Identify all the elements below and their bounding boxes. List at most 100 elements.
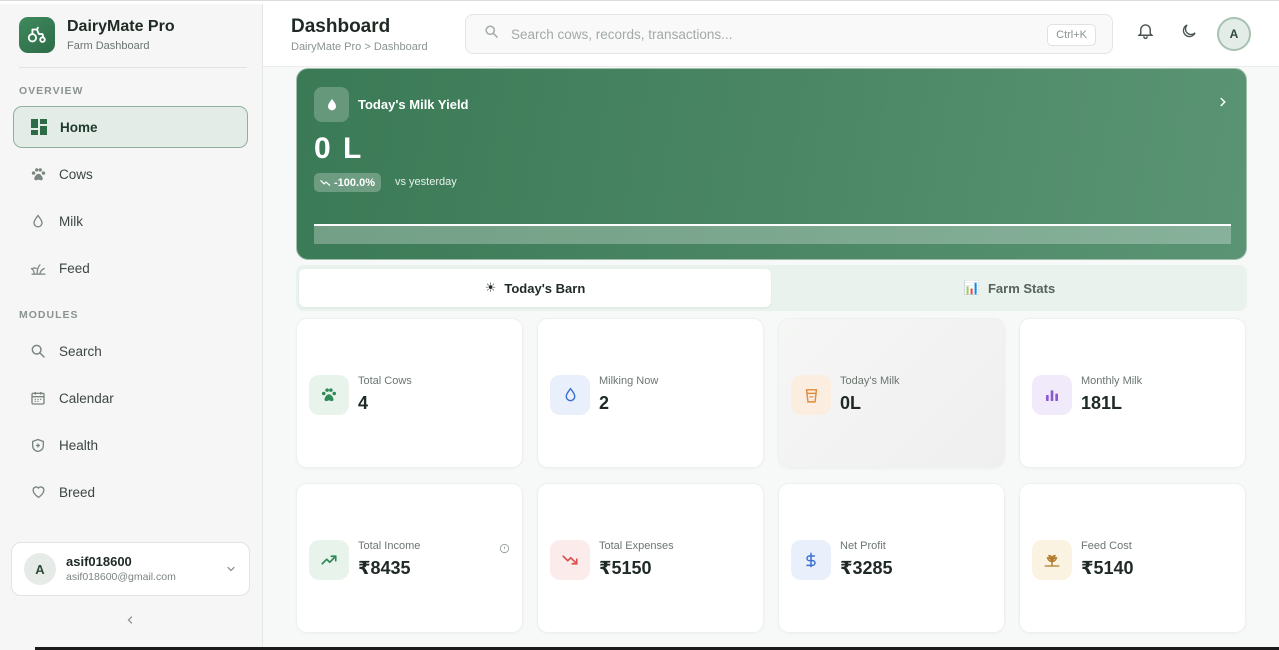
sidebar-item-calendar[interactable]: Calendar bbox=[13, 377, 248, 419]
info-icon[interactable] bbox=[499, 541, 510, 559]
drop-icon bbox=[29, 212, 47, 230]
drop-icon bbox=[314, 87, 349, 122]
heart-icon bbox=[29, 483, 47, 501]
stat-value: 181L bbox=[1081, 393, 1123, 413]
stat-card-monthly-milk[interactable]: Monthly Milk 181L bbox=[1019, 318, 1246, 468]
stat-card-total-income[interactable]: Total Income ₹8435 bbox=[296, 483, 523, 633]
stat-card-net-profit[interactable]: Net Profit ₹3285 bbox=[778, 483, 1005, 633]
sidebar-item-label: Breed bbox=[59, 484, 96, 500]
chevron-right-icon[interactable] bbox=[1216, 95, 1230, 114]
avatar: A bbox=[24, 553, 56, 585]
sidebar-item-milk[interactable]: Milk bbox=[13, 200, 248, 242]
user-name: asif018600 bbox=[66, 554, 132, 569]
bar-chart-icon bbox=[1032, 375, 1072, 415]
sidebar-item-label: Search bbox=[59, 343, 102, 359]
profile-avatar-button[interactable]: A bbox=[1217, 17, 1251, 51]
theme-toggle-button[interactable] bbox=[1177, 21, 1201, 45]
sidebar-item-label: Calendar bbox=[59, 390, 114, 406]
milk-yield-value: 0 L bbox=[314, 132, 364, 165]
sidebar-item-cows[interactable]: Cows bbox=[13, 153, 248, 195]
change-badge: -100.0% bbox=[314, 173, 381, 192]
shield-plus-icon bbox=[29, 436, 47, 454]
sidebar-item-home[interactable]: Home bbox=[13, 106, 248, 148]
milk-yield-card[interactable]: Today's Milk Yield 0 L -100.0% vs yester… bbox=[296, 68, 1247, 260]
user-email: asif018600@gmail.com bbox=[66, 571, 176, 583]
chevron-down-icon bbox=[225, 562, 237, 580]
stat-label: Today's Milk bbox=[840, 375, 900, 387]
stat-value: ₹5150 bbox=[599, 558, 652, 578]
stat-label: Monthly Milk bbox=[1081, 375, 1143, 387]
stat-card-total-expenses[interactable]: Total Expenses ₹5150 bbox=[537, 483, 764, 633]
stat-value: 4 bbox=[358, 393, 369, 413]
sidebar-item-feed[interactable]: Feed bbox=[13, 247, 248, 289]
top-header: Dashboard DairyMate Pro > Dashboard Ctrl… bbox=[263, 4, 1279, 67]
change-caption: vs yesterday bbox=[395, 176, 457, 188]
main-content: Today's Milk Yield 0 L -100.0% vs yester… bbox=[263, 67, 1279, 650]
user-menu[interactable]: A asif018600 asif018600@gmail.com bbox=[11, 542, 250, 596]
dashboard-tabs: ☀ Today's Barn 📊 Farm Stats bbox=[296, 265, 1247, 311]
search-icon bbox=[484, 24, 499, 44]
tab-label: Today's Barn bbox=[504, 280, 586, 296]
change-value: -100.0% bbox=[334, 176, 375, 189]
moon-icon bbox=[1180, 22, 1198, 45]
sidebar-item-label: Health bbox=[59, 437, 99, 453]
drop-icon bbox=[550, 375, 590, 415]
brand-subtitle: Farm Dashboard bbox=[67, 40, 150, 52]
shortcut-badge: Ctrl+K bbox=[1047, 24, 1096, 46]
divider bbox=[19, 67, 247, 68]
brand[interactable]: DairyMate Pro Farm Dashboard bbox=[19, 17, 175, 53]
sidebar-item-breed[interactable]: Breed bbox=[13, 471, 248, 513]
stat-value: 2 bbox=[599, 393, 610, 413]
bell-icon bbox=[1136, 21, 1155, 45]
stat-label: Total Income bbox=[358, 540, 421, 552]
stat-value: ₹8435 bbox=[358, 558, 411, 578]
sidebar-item-health[interactable]: Health bbox=[13, 424, 248, 466]
section-label-overview: OVERVIEW bbox=[19, 85, 84, 97]
stat-value: ₹5140 bbox=[1081, 558, 1134, 578]
sidebar-item-label: Home bbox=[60, 119, 98, 135]
stat-label: Net Profit bbox=[840, 540, 886, 552]
section-label-modules: MODULES bbox=[19, 309, 79, 321]
wheat-icon bbox=[1032, 540, 1072, 580]
hero-title: Today's Milk Yield bbox=[358, 97, 469, 112]
search-icon bbox=[29, 342, 47, 360]
stat-value: ₹3285 bbox=[840, 558, 893, 578]
tab-label: Farm Stats bbox=[987, 280, 1056, 296]
search-input[interactable] bbox=[511, 26, 1011, 42]
sidebar-item-search[interactable]: Search bbox=[13, 330, 248, 372]
stat-label: Total Expenses bbox=[599, 540, 674, 552]
calendar-icon bbox=[29, 389, 47, 407]
grass-icon bbox=[29, 259, 47, 277]
sidebar-item-label: Feed bbox=[59, 260, 90, 276]
breadcrumb: DairyMate Pro > Dashboard bbox=[291, 41, 428, 53]
sidebar-item-label: Cows bbox=[59, 166, 93, 182]
notifications-button[interactable] bbox=[1133, 21, 1157, 45]
dashboard-icon bbox=[30, 118, 48, 136]
sidebar: DairyMate Pro Farm Dashboard OVERVIEW Ho… bbox=[0, 4, 263, 650]
trending-up-icon bbox=[309, 540, 349, 580]
trending-down-icon bbox=[320, 177, 331, 188]
tab-todays-barn[interactable]: ☀ Today's Barn bbox=[299, 269, 771, 307]
tab-farm-stats[interactable]: 📊 Farm Stats bbox=[775, 269, 1244, 307]
stat-label: Total Cows bbox=[358, 375, 412, 387]
paw-icon bbox=[29, 165, 47, 183]
sun-icon: ☀ bbox=[484, 280, 497, 295]
dollar-icon bbox=[791, 540, 831, 580]
stat-label: Milking Now bbox=[599, 375, 659, 387]
sidebar-item-label: Milk bbox=[59, 213, 83, 229]
stat-value: 0L bbox=[840, 393, 862, 413]
global-search[interactable]: Ctrl+K bbox=[465, 14, 1113, 54]
stat-card-total-cows[interactable]: Total Cows 4 bbox=[296, 318, 523, 468]
collapse-sidebar-button[interactable] bbox=[122, 614, 138, 630]
yield-sparkline bbox=[314, 224, 1231, 244]
chevron-left-icon bbox=[124, 613, 136, 631]
trending-down-icon bbox=[550, 540, 590, 580]
stat-card-milking-now[interactable]: Milking Now 2 bbox=[537, 318, 764, 468]
tractor-logo-icon bbox=[19, 17, 55, 53]
page-title: Dashboard bbox=[291, 16, 391, 37]
stat-card-todays-milk[interactable]: Today's Milk 0L bbox=[778, 318, 1005, 468]
cup-icon bbox=[791, 375, 831, 415]
brand-name: DairyMate Pro bbox=[67, 18, 175, 35]
stat-card-feed-cost[interactable]: Feed Cost ₹5140 bbox=[1019, 483, 1246, 633]
paw-icon bbox=[309, 375, 349, 415]
